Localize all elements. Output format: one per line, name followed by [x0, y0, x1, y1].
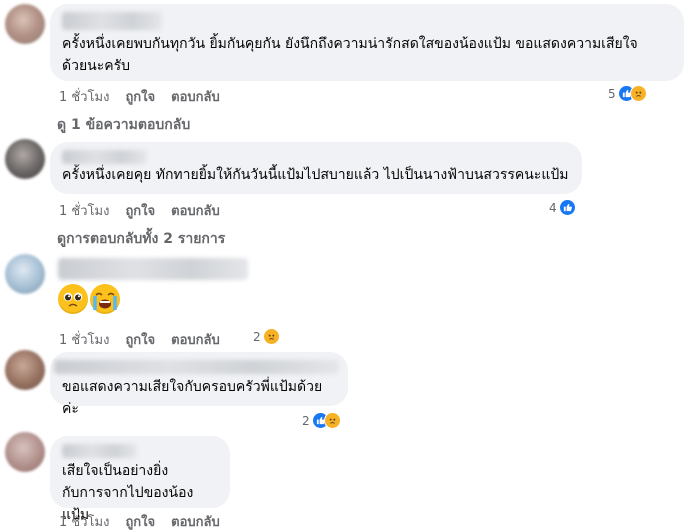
- sad-icon: [629, 85, 647, 102]
- comment-bubble: เสียใจเป็นอย่างยิ่ง กับการจากไปของน้องแป…: [50, 436, 230, 523]
- comment-time[interactable]: 1 ชั่วโมง: [59, 329, 109, 350]
- sad-icon: [323, 412, 341, 429]
- loudly-crying-face-icon: [90, 284, 120, 314]
- comment-emoji-block: [50, 258, 250, 320]
- comment-time[interactable]: 1 ชั่วโมง: [59, 86, 109, 107]
- comment-actions: 1 ชั่วโมง ถูกใจ ตอบกลับ: [59, 200, 220, 221]
- reaction-count: 2: [253, 329, 261, 344]
- like-icon: [558, 199, 576, 216]
- reply-button[interactable]: ตอบกลับ: [171, 86, 220, 107]
- reaction-count: 4: [549, 200, 557, 215]
- like-button[interactable]: ถูกใจ: [125, 329, 155, 350]
- comment-time[interactable]: 1 ชั่วโมง: [59, 200, 109, 221]
- commenter-name-blurred[interactable]: [62, 12, 162, 30]
- comment-actions: 1 ชั่วโมง ถูกใจ ตอบกลับ: [59, 86, 220, 107]
- view-replies-link[interactable]: ดูการตอบกลับทั้ง 2 รายการ: [57, 228, 225, 250]
- sad-icon: [262, 328, 280, 345]
- avatar[interactable]: [5, 4, 45, 44]
- reply-button[interactable]: ตอบกลับ: [171, 200, 220, 221]
- comment-bubble: ครั้งหนึ่งเคยพบกันทุกวัน ยิ้มกันคุยกัน ย…: [50, 4, 684, 81]
- pleading-face-icon: [58, 284, 88, 314]
- avatar[interactable]: [5, 254, 45, 294]
- commenter-name-blurred[interactable]: [62, 444, 137, 458]
- comment-text: ขอแสดงความเสียใจกับครอบครัวพี่แป้มด้วยค่…: [62, 379, 323, 417]
- reaction-summary[interactable]: 2: [302, 412, 341, 429]
- comment-bubble: ขอแสดงความเสียใจกับครอบครัวพี่แป้มด้วยค่…: [50, 352, 348, 417]
- reaction-count: 2: [302, 413, 310, 428]
- commenter-name-blurred[interactable]: [62, 150, 147, 164]
- commenter-name-blurred[interactable]: [54, 360, 339, 374]
- comment-bubble: ครั้งหนึ่งเคยคุย ทักทายยิ้มให้กันวันนี้แ…: [50, 142, 582, 194]
- reply-button[interactable]: ตอบกลับ: [171, 329, 220, 350]
- avatar[interactable]: [5, 432, 45, 472]
- comment-text: ครั้งหนึ่งเคยพบกันทุกวัน ยิ้มกันคุยกัน ย…: [62, 36, 638, 74]
- like-button[interactable]: ถูกใจ: [125, 200, 155, 221]
- avatar[interactable]: [5, 350, 45, 390]
- reaction-summary[interactable]: 4: [549, 199, 576, 216]
- avatar[interactable]: [5, 139, 45, 179]
- reaction-count: 5: [608, 86, 616, 101]
- commenter-name-blurred[interactable]: [58, 258, 248, 280]
- view-replies-link[interactable]: ดู 1 ข้อความตอบกลับ: [57, 114, 190, 136]
- comment-actions: 1 ชั่วโมง ถูกใจ ตอบกลับ: [59, 329, 220, 350]
- comment-text: ครั้งหนึ่งเคยคุย ทักทายยิ้มให้กันวันนี้แ…: [62, 167, 569, 183]
- reaction-summary[interactable]: 5: [608, 85, 647, 102]
- reaction-summary[interactable]: 2: [253, 328, 280, 345]
- like-button[interactable]: ถูกใจ: [125, 86, 155, 107]
- emoji-row: [58, 284, 250, 314]
